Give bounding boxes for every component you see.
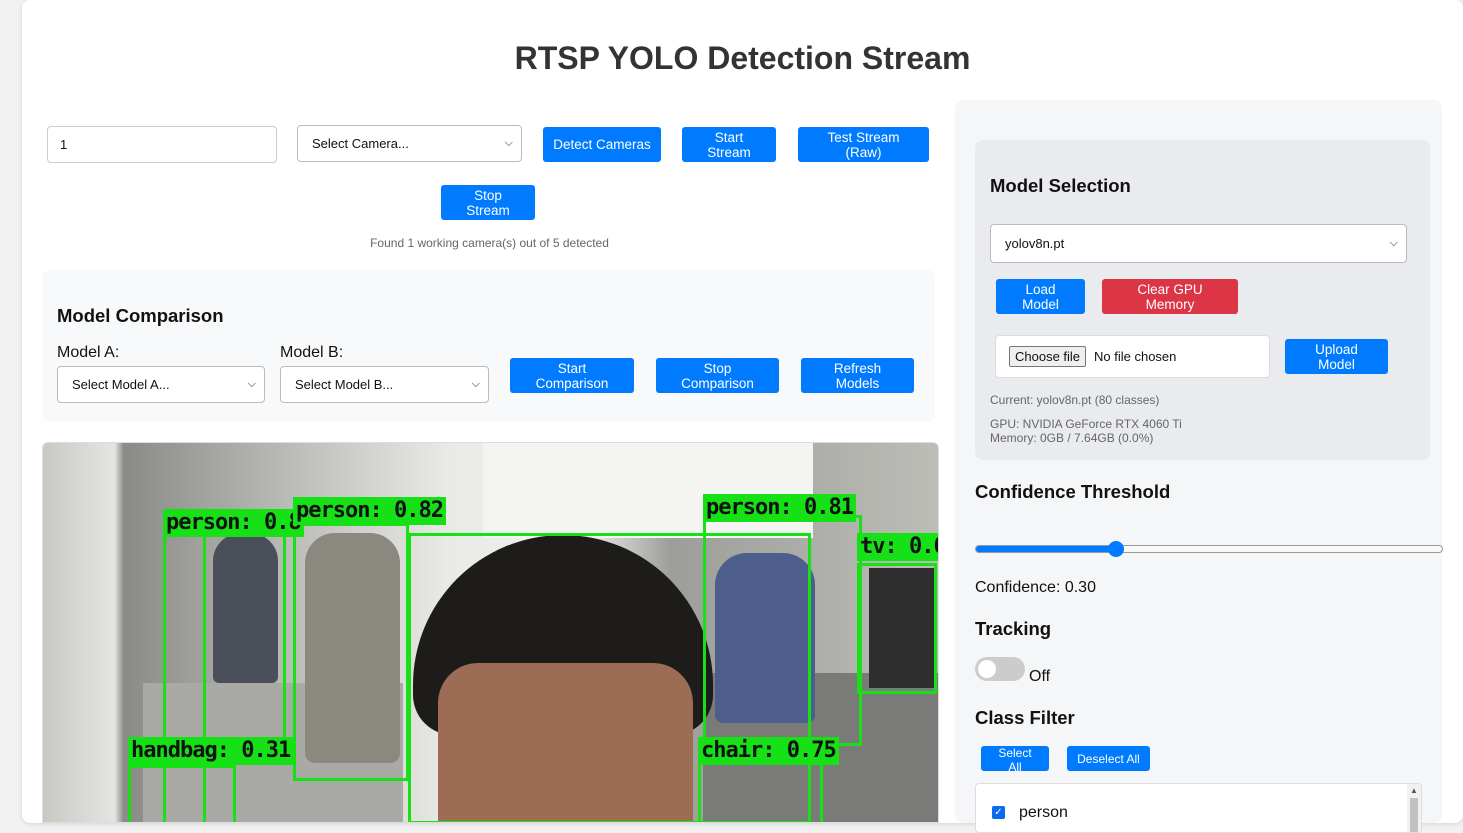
chevron-down-icon: ⌵	[504, 137, 513, 149]
sidebar: Model Selection yolov8n.pt ⌵ Load Model …	[955, 100, 1443, 833]
chevron-down-icon: ⌵	[247, 378, 256, 390]
model-selection-title: Model Selection	[990, 175, 1131, 196]
detection-label: tv: 0.64	[857, 533, 938, 561]
camera-index-input[interactable]: 1	[47, 126, 277, 163]
chevron-down-icon: ⌵	[1389, 237, 1398, 249]
model-comparison-panel: Model Comparison Model A: Select Model A…	[42, 270, 935, 422]
detection-label: person: 0.8	[163, 509, 304, 537]
model-a-select[interactable]: Select Model A... ⌵	[57, 366, 265, 403]
class-filter-title: Class Filter	[975, 707, 1075, 728]
detect-cameras-button[interactable]: Detect Cameras	[543, 127, 661, 162]
clear-gpu-memory-button[interactable]: Clear GPU Memory	[1102, 279, 1238, 314]
file-input[interactable]: Choose file No file chosen	[995, 335, 1270, 378]
deselect-all-button[interactable]: Deselect All	[1067, 746, 1150, 771]
model-b-select-value: Select Model B...	[295, 377, 394, 392]
model-selection-panel: Model Selection yolov8n.pt ⌵ Load Model …	[975, 140, 1430, 460]
confidence-slider[interactable]	[975, 541, 1443, 557]
video-stream[interactable]: person: 0.8 person: 0.82 person: 0.81 tv…	[42, 442, 939, 823]
scrollbar[interactable]: ▲	[1407, 784, 1421, 832]
tracking-state-text: Off	[1029, 668, 1051, 685]
detection-label: handbag: 0.31	[128, 737, 294, 765]
confidence-value-text: Confidence: 0.30	[975, 579, 1096, 596]
start-stream-button[interactable]: Start Stream	[682, 127, 776, 162]
model-a-select-value: Select Model A...	[72, 377, 170, 392]
page-title: RTSP YOLO Detection Stream	[514, 40, 971, 76]
main-card: RTSP YOLO Detection Stream 1 Select Came…	[22, 0, 1463, 833]
model-select[interactable]: yolov8n.pt ⌵	[990, 224, 1407, 263]
choose-file-button[interactable]: Choose file	[1009, 346, 1087, 367]
load-model-button[interactable]: Load Model	[996, 279, 1085, 314]
model-a-label: Model A:	[57, 344, 120, 361]
start-comparison-button[interactable]: Start Comparison	[510, 358, 634, 393]
model-b-label: Model B:	[280, 344, 344, 361]
scroll-up-icon[interactable]: ▲	[1410, 786, 1418, 795]
detection-box	[128, 765, 236, 822]
confidence-slider-fill	[976, 546, 1116, 552]
detection-label: person: 0.81	[703, 494, 856, 522]
detection-label: person: 0.82	[293, 497, 446, 525]
tracking-toggle-knob	[978, 660, 996, 678]
select-all-button[interactable]: Select All	[981, 746, 1049, 774]
current-model-text: Current: yolov8n.pt (80 classes)	[990, 393, 1160, 407]
detection-box	[703, 515, 862, 746]
class-list[interactable]: ✓ person ▲	[975, 783, 1422, 833]
camera-select[interactable]: Select Camera... ⌵	[297, 125, 522, 162]
detection-box	[857, 563, 937, 694]
gpu-info-text: GPU: NVIDIA GeForce RTX 4060 Ti	[990, 417, 1182, 431]
tracking-title: Tracking	[975, 618, 1052, 639]
detection-box	[293, 523, 409, 781]
tracking-toggle[interactable]	[975, 657, 1025, 681]
stop-comparison-button[interactable]: Stop Comparison	[656, 358, 779, 393]
memory-info-text: Memory: 0GB / 7.64GB (0.0%)	[990, 431, 1154, 445]
refresh-models-button[interactable]: Refresh Models	[801, 358, 914, 393]
scrollbar-thumb[interactable]	[1410, 798, 1418, 832]
model-select-value: yolov8n.pt	[1005, 236, 1065, 251]
camera-select-value: Select Camera...	[312, 136, 409, 151]
test-stream-button[interactable]: Test Stream (Raw)	[798, 127, 929, 162]
detection-label: chair: 0.75	[698, 737, 839, 765]
upload-model-button[interactable]: Upload Model	[1285, 339, 1388, 374]
checkbox-checked-icon[interactable]: ✓	[992, 806, 1005, 819]
class-name: person	[1019, 804, 1068, 821]
detection-box	[698, 761, 823, 822]
model-comparison-title: Model Comparison	[57, 305, 224, 326]
chevron-down-icon: ⌵	[471, 378, 480, 390]
detection-box	[203, 531, 286, 743]
model-b-select[interactable]: Select Model B... ⌵	[280, 366, 489, 403]
confidence-slider-thumb[interactable]	[1107, 541, 1124, 557]
stop-stream-button[interactable]: Stop Stream	[441, 185, 535, 220]
camera-status-text: Found 1 working camera(s) out of 5 detec…	[370, 236, 609, 250]
file-name-text: No file chosen	[1094, 349, 1177, 364]
confidence-title: Confidence Threshold	[975, 481, 1171, 502]
